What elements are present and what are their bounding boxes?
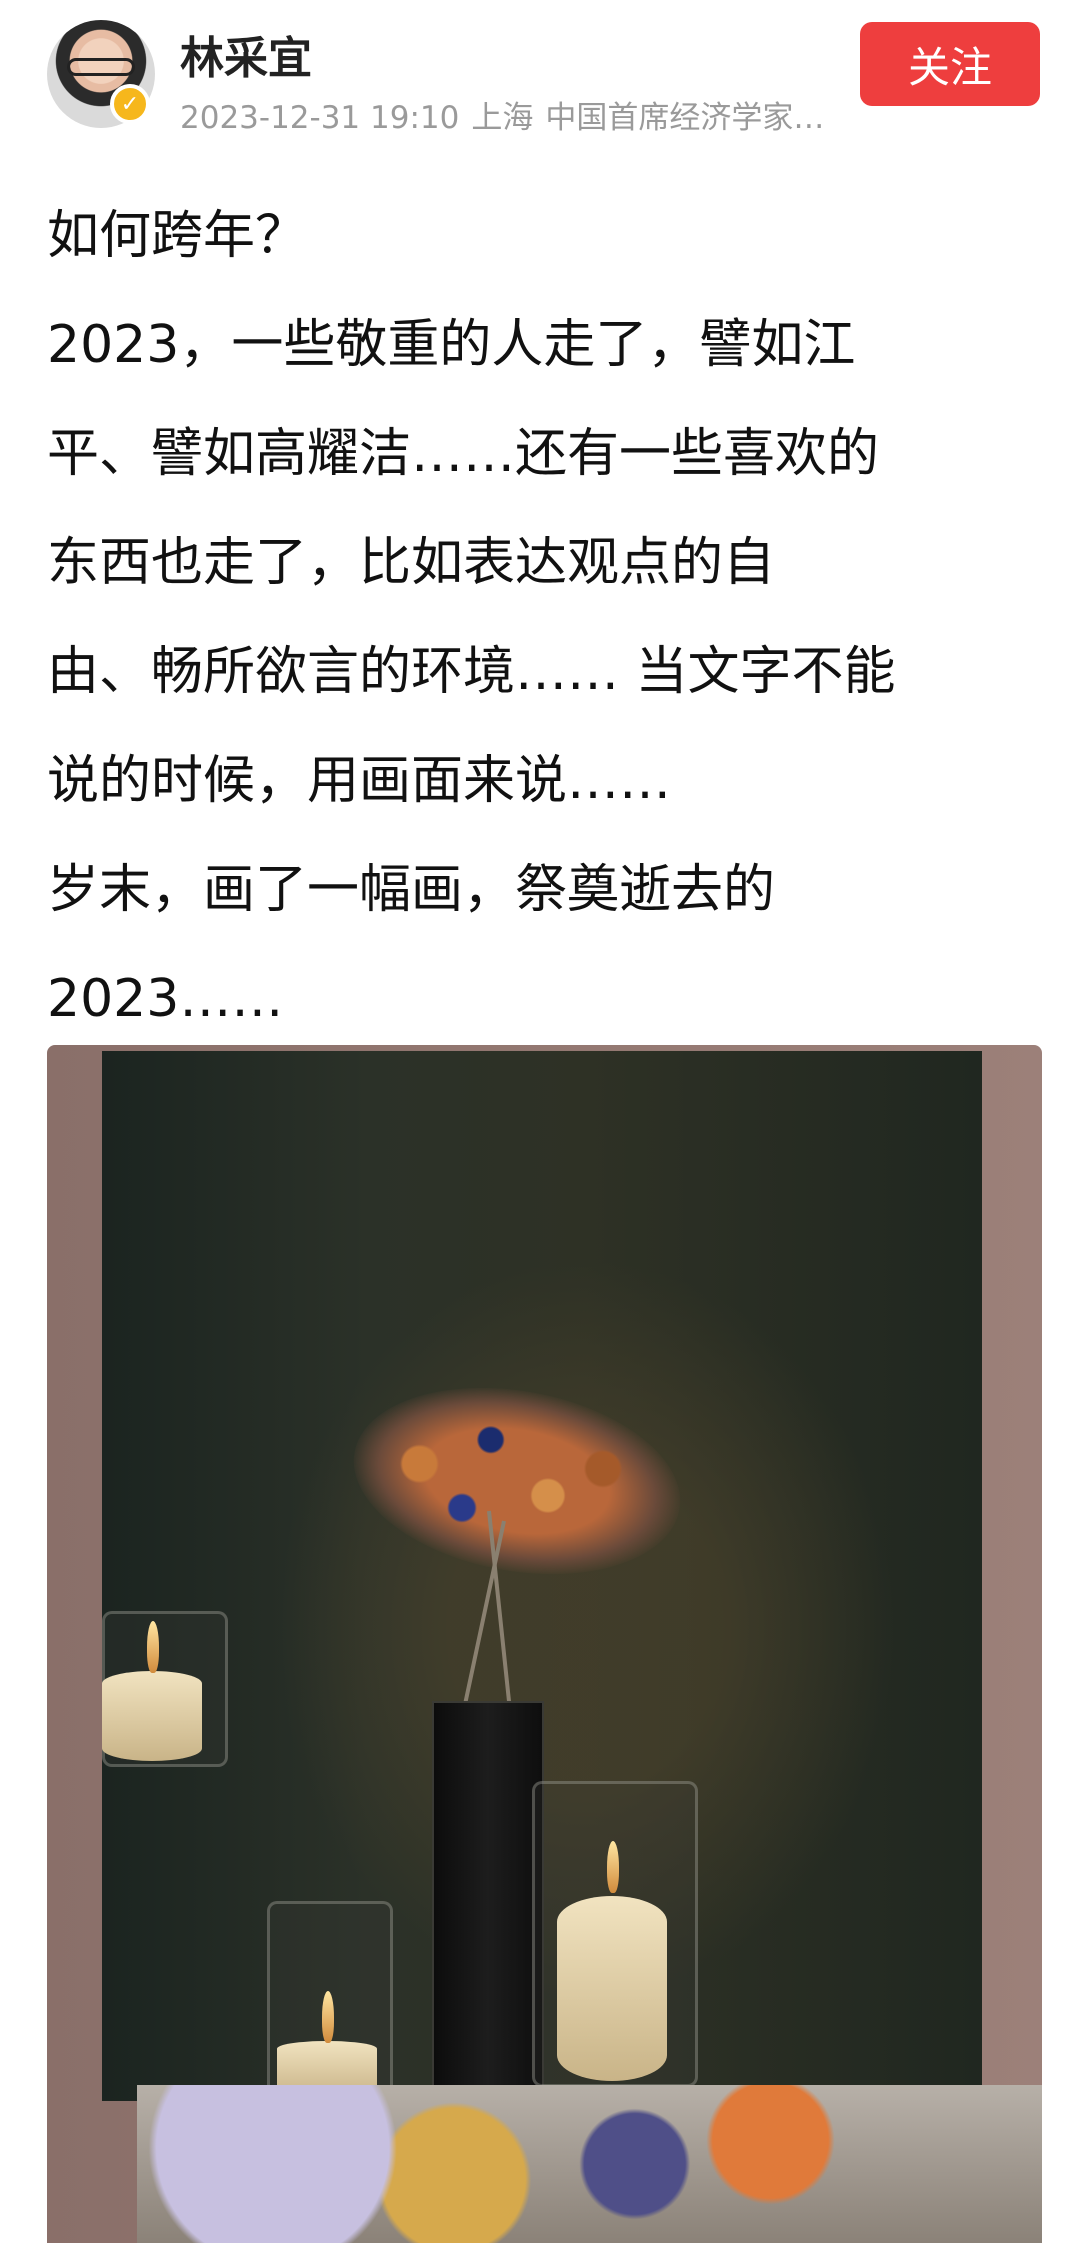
post-body: 如何跨年？ 2023，一些敬重的人走了，譬如江 平、譬如高耀洁……还有一些喜欢的…: [47, 182, 1047, 1054]
post-line: 说的时候，用画面来说……: [47, 751, 672, 811]
post-line: 2023……: [47, 969, 284, 1029]
follow-button[interactable]: 关注: [860, 22, 1040, 106]
post-line: 如何跨年？: [47, 206, 308, 266]
avatar-glasses: [67, 58, 135, 76]
candle: [102, 1671, 202, 1761]
paint-palette: [137, 2085, 1042, 2243]
post-line: 平、譬如高耀洁……还有一些喜欢的: [47, 424, 880, 484]
candle: [557, 1896, 667, 2081]
post-image[interactable]: [47, 1045, 1042, 2243]
post-header: ✓ 林采宜 2023-12-31 19:10 上海 中国首席经济学家... 关注: [0, 0, 1080, 165]
flower-bouquet: [338, 1363, 696, 1599]
verified-badge-icon: ✓: [110, 84, 150, 124]
post-line: 岁末，画了一幅画，祭奠逝去的: [47, 860, 776, 920]
post-location: 上海: [471, 100, 534, 136]
post-line: 2023，一些敬重的人走了，譬如江: [47, 315, 856, 375]
post-line: 由、畅所欲言的环境…… 当文字不能: [47, 642, 896, 702]
painting-canvas: [102, 1051, 982, 2107]
candle-flame: [147, 1621, 159, 1673]
candle-flame: [322, 1991, 334, 2043]
post-meta: 2023-12-31 19:10 上海 中国首席经济学家...: [180, 92, 830, 137]
author-name[interactable]: 林采宜: [180, 22, 312, 86]
candle-flame: [607, 1841, 619, 1893]
vase: [432, 1701, 544, 2105]
post-line: 东西也走了，比如表达观点的自: [47, 533, 776, 593]
author-bio: 中国首席经济学家...: [545, 100, 823, 136]
post-timestamp: 2023-12-31 19:10: [180, 100, 460, 136]
